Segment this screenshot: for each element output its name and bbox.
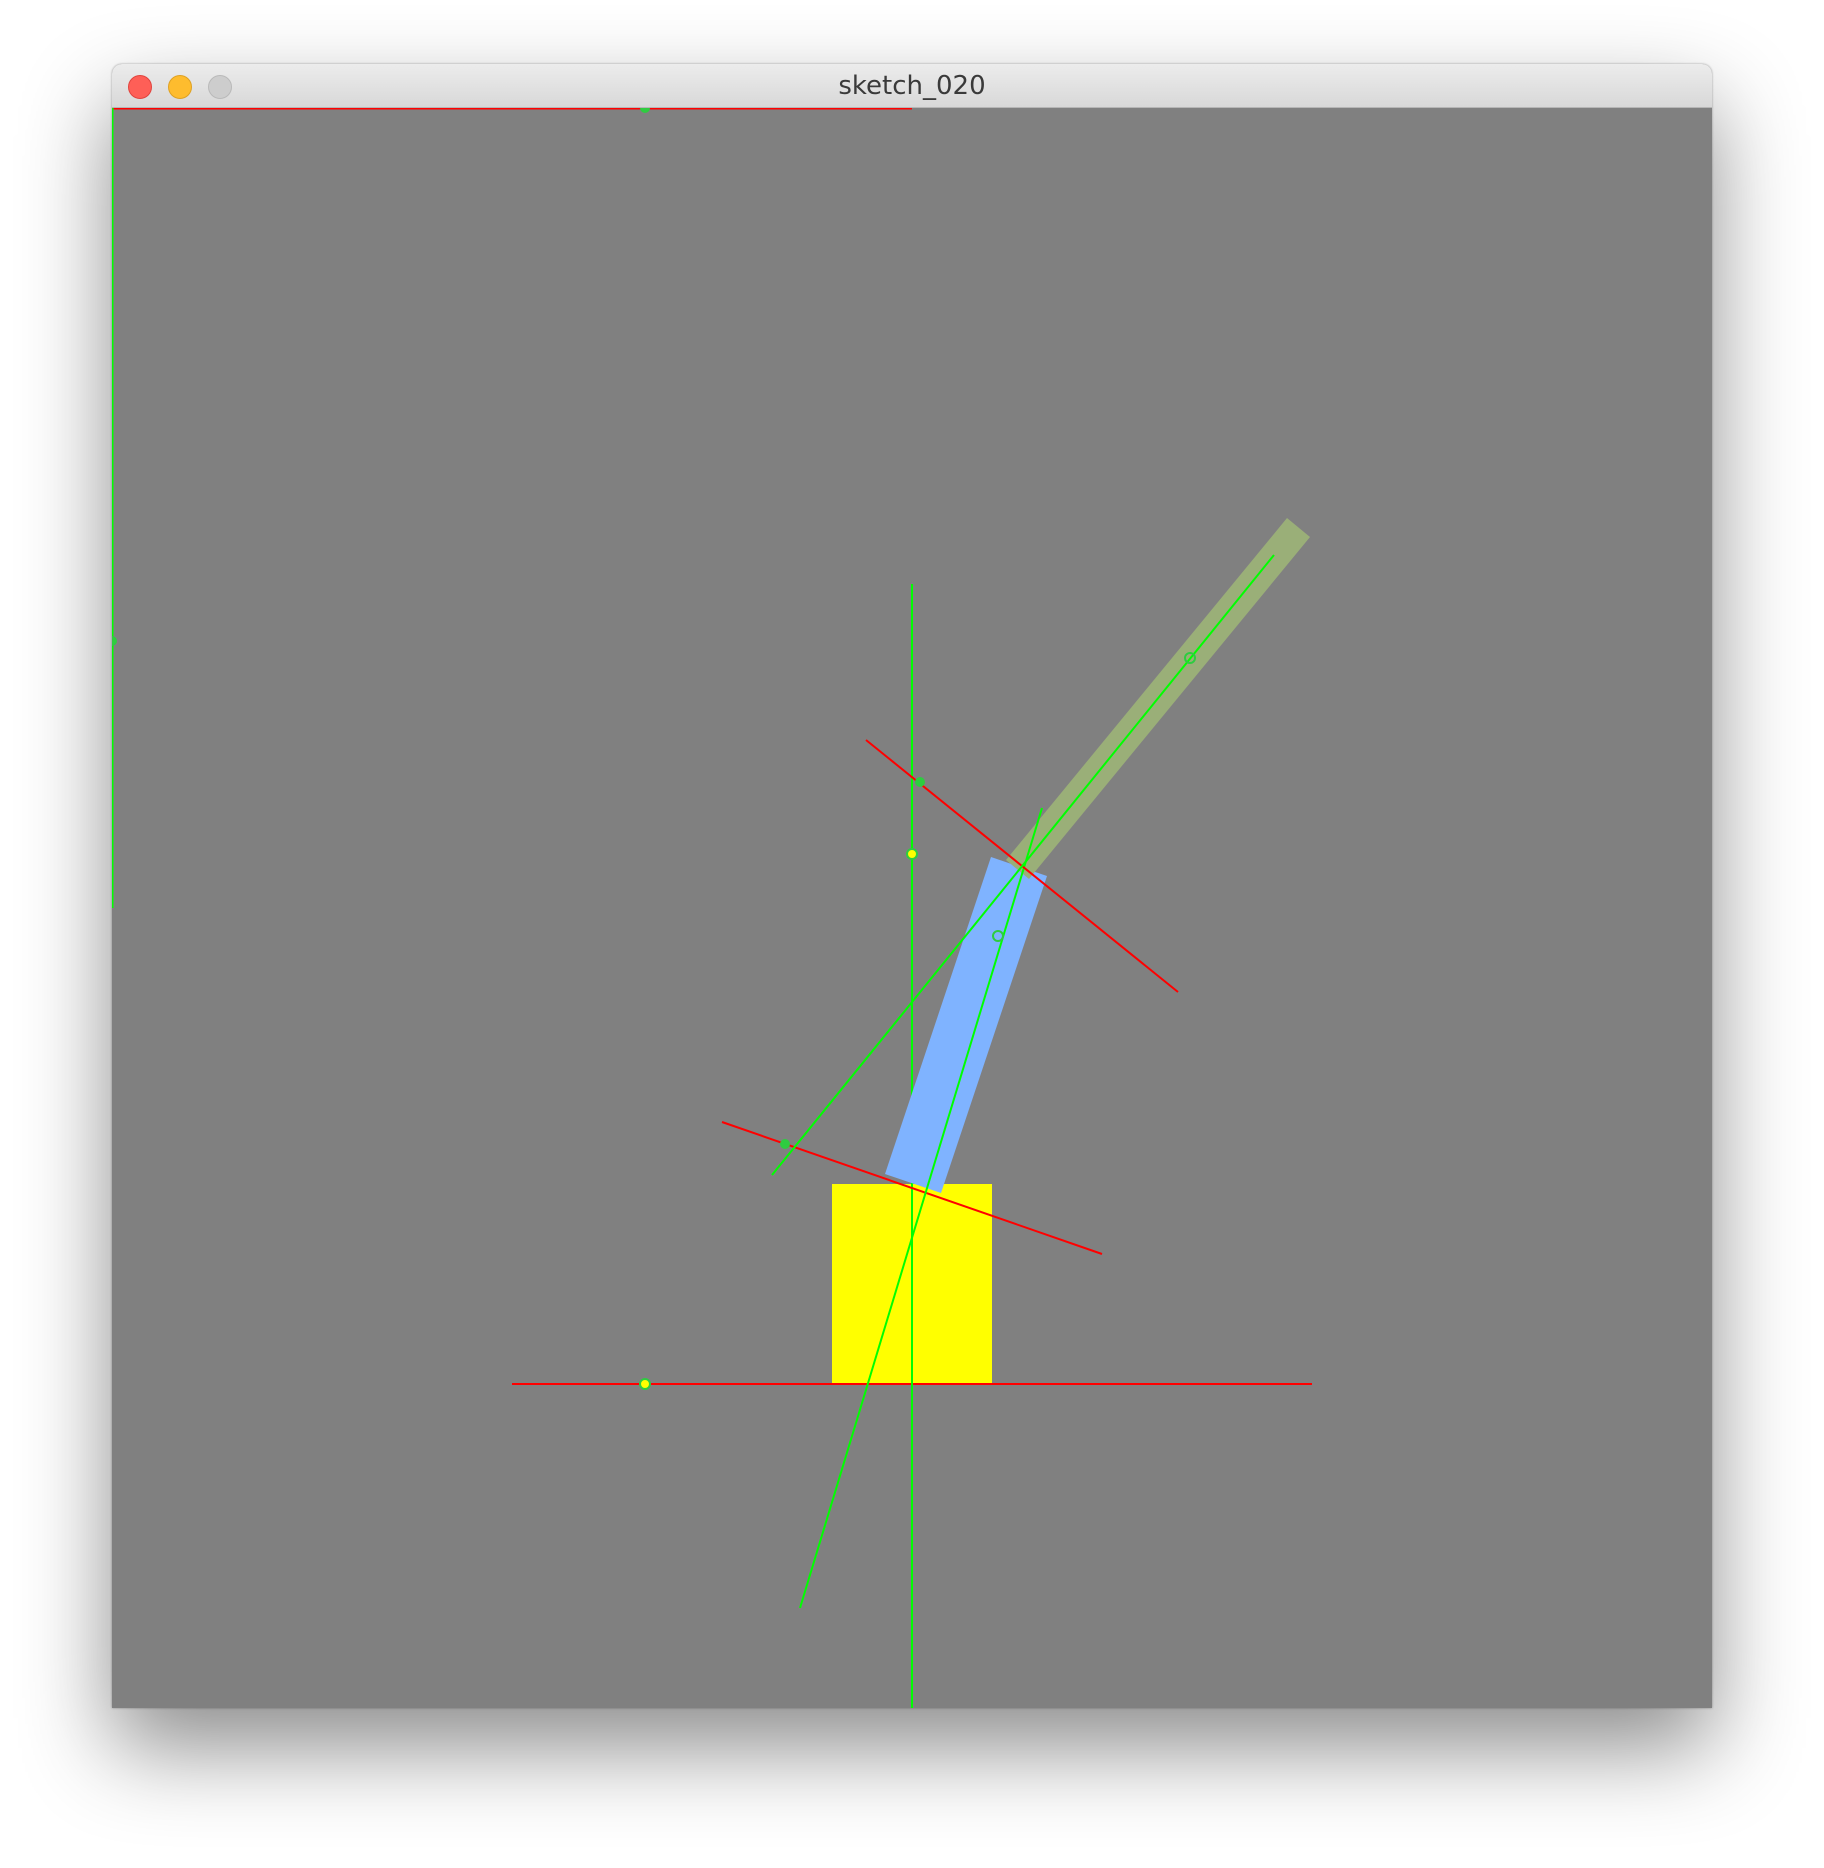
shoulder-x-marker: [780, 1139, 790, 1149]
elbow-x-marker: [915, 777, 925, 787]
sketch-drawing: [112, 108, 1712, 1708]
window-title: sketch_020: [838, 71, 986, 101]
title-bar[interactable]: sketch_020: [112, 64, 1712, 108]
sketch-canvas[interactable]: [112, 108, 1712, 1708]
sketch-window: sketch_020: [112, 64, 1712, 1708]
base-y-marker: [906, 848, 918, 860]
base-x-marker: [639, 1378, 651, 1390]
